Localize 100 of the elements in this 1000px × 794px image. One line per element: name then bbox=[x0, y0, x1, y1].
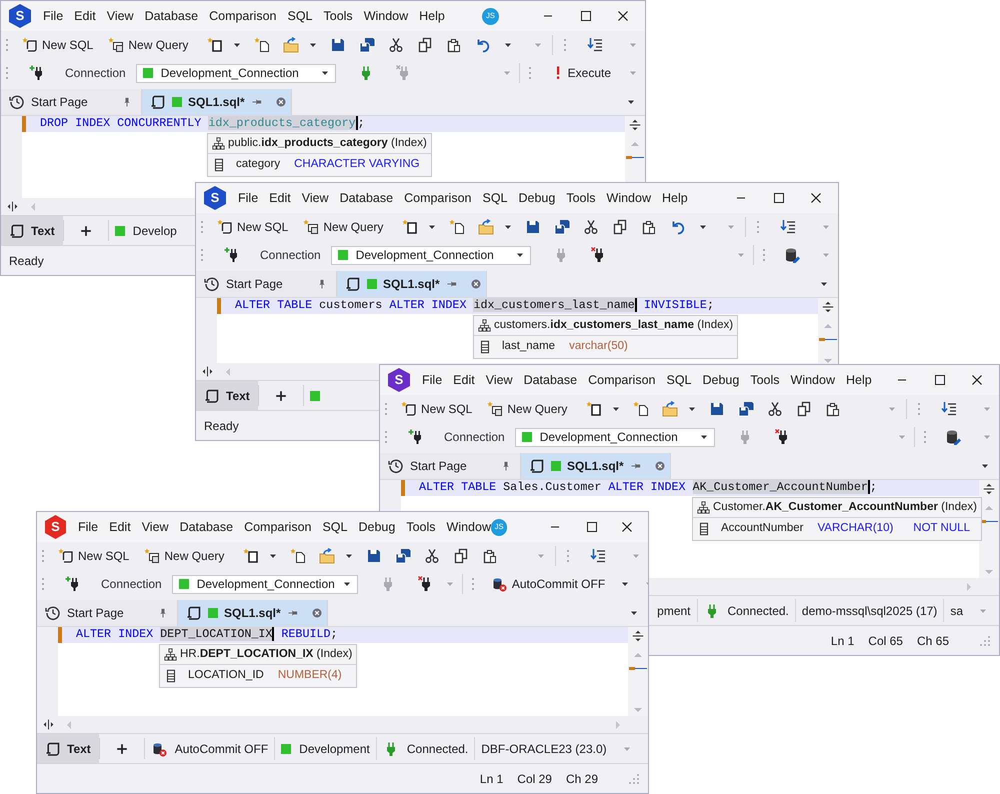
menu-item[interactable]: View bbox=[302, 188, 329, 208]
menu-item[interactable]: Comparison bbox=[404, 188, 472, 208]
toolbar-button[interactable]: New SQL bbox=[217, 218, 288, 236]
connection-dropdown[interactable]: Development_Connection bbox=[172, 574, 358, 594]
menu-item[interactable]: Tools bbox=[566, 188, 596, 208]
popup-row[interactable]: category CHARACTER VARYING bbox=[208, 154, 431, 176]
menu-item[interactable]: Database bbox=[340, 188, 394, 208]
menu-item[interactable]: Edit bbox=[109, 518, 131, 536]
menu-item[interactable]: Edit bbox=[453, 370, 475, 390]
menu-item[interactable]: Debug bbox=[358, 518, 396, 536]
tab[interactable]: SQL1.sql* bbox=[142, 89, 292, 115]
popup-title: customers.idx_customers_last_name (Index) bbox=[494, 318, 734, 333]
menu-item[interactable]: Window bbox=[790, 370, 835, 390]
app-logo: S bbox=[388, 368, 410, 392]
status-text: AutoCommit OFF bbox=[174, 740, 268, 758]
menu-item[interactable]: File bbox=[43, 6, 64, 26]
menu-item[interactable]: File bbox=[78, 518, 98, 536]
menu-item[interactable]: Window bbox=[446, 518, 491, 536]
menu-item[interactable]: SQL bbox=[666, 370, 692, 390]
column-type: CHARACTER VARYING bbox=[294, 157, 420, 172]
cursor-position: Ch 29 bbox=[566, 770, 598, 788]
toolbar-button[interactable]: New Query bbox=[303, 218, 384, 236]
menu-item[interactable]: Help bbox=[846, 370, 872, 390]
tab[interactable]: Start Page bbox=[196, 271, 337, 297]
menu-item[interactable]: Debug bbox=[518, 188, 556, 208]
cursor-position: Col 29 bbox=[517, 770, 552, 788]
menu-item[interactable]: Debug bbox=[702, 370, 740, 390]
menu-item[interactable]: Tools bbox=[406, 518, 436, 536]
autocommit-button[interactable]: AutoCommit OFF bbox=[490, 575, 606, 593]
tab[interactable]: SQL1.sql* bbox=[178, 600, 328, 626]
menu-item[interactable]: File bbox=[422, 370, 442, 390]
toolbar-button[interactable]: New SQL bbox=[22, 36, 94, 54]
menu-item[interactable]: Comparison bbox=[588, 370, 656, 390]
toolbar-button[interactable]: New Query bbox=[108, 36, 188, 54]
menu-item[interactable]: Window bbox=[364, 6, 408, 26]
status-text: demo-mssql\sql2025 (17) bbox=[802, 602, 938, 620]
menu-item[interactable]: Edit bbox=[74, 6, 96, 26]
menu-item[interactable]: SQL bbox=[287, 6, 312, 26]
tab[interactable]: SQL1.sql* bbox=[521, 453, 671, 479]
dropdown-value: Development_Connection bbox=[160, 65, 300, 82]
status-text: Ready bbox=[204, 418, 239, 434]
status-text: Develop bbox=[132, 222, 177, 240]
menu-item[interactable]: Help bbox=[662, 188, 688, 208]
tab[interactable]: SQL1.sql* bbox=[337, 271, 487, 297]
view-tab[interactable]: Text bbox=[1, 216, 63, 245]
status-text: Connected. bbox=[406, 740, 468, 758]
menu-item[interactable]: SQL bbox=[482, 188, 508, 208]
menu-item[interactable]: SQL bbox=[322, 518, 348, 536]
menu-item[interactable]: Comparison bbox=[244, 518, 312, 536]
toolbar-button[interactable]: New SQL bbox=[58, 547, 130, 565]
code-line: ALTER TABLE Sales.Customer ALTER INDEX AK_Customer_AccountNumber ; bbox=[419, 479, 877, 496]
app-logo: S bbox=[9, 4, 31, 28]
toolbar-button[interactable]: New Query bbox=[487, 400, 568, 418]
cursor-position: Ch 65 bbox=[916, 632, 949, 650]
status-text: Ready bbox=[9, 252, 44, 270]
menu-item[interactable]: Comparison bbox=[209, 6, 276, 26]
dropdown-value: Development_Connection bbox=[540, 429, 679, 446]
view-tab[interactable]: Text bbox=[196, 381, 258, 410]
code-line: ALTER TABLE customers ALTER INDEX idx_customers_last_name INVISIBLE; bbox=[235, 297, 714, 314]
toolbar-button[interactable]: New SQL bbox=[401, 400, 472, 418]
connection-dropdown[interactable]: Development_Connection bbox=[136, 64, 336, 82]
cursor-position: Ln 1 bbox=[830, 632, 854, 650]
column-type: varchar(50) bbox=[569, 339, 628, 354]
status-text: Connected. bbox=[728, 602, 789, 620]
popup-row[interactable]: last_name varchar(50) bbox=[474, 336, 738, 358]
menu-item[interactable]: Tools bbox=[750, 370, 780, 390]
menu-item[interactable]: Window bbox=[606, 188, 651, 208]
menu-item[interactable]: Tools bbox=[324, 6, 353, 26]
menu-item[interactable]: Database bbox=[180, 518, 234, 536]
menu-item[interactable]: Database bbox=[524, 370, 578, 390]
connection-label: Connection bbox=[444, 429, 505, 446]
tab[interactable]: Start Page bbox=[37, 600, 178, 626]
popup-row[interactable]: AccountNumber VARCHAR(10) NOT NULL bbox=[693, 518, 981, 540]
toolbar-button[interactable]: New Query bbox=[144, 547, 224, 565]
menu-item[interactable]: View bbox=[486, 370, 513, 390]
column-type: VARCHAR(10) bbox=[817, 521, 894, 536]
column-name: category bbox=[236, 157, 280, 172]
tab[interactable]: Start Page bbox=[380, 453, 521, 479]
popup-title: Customer.AK_Customer_AccountNumber (Index) bbox=[713, 500, 977, 515]
tab[interactable]: Start Page bbox=[1, 89, 142, 115]
menu-item[interactable]: Edit bbox=[269, 188, 291, 208]
dropdown-value: Development_Connection bbox=[356, 247, 495, 264]
connection-label: Connection bbox=[65, 65, 126, 82]
status-text: DBF-ORACLE23 (23.0) bbox=[481, 740, 607, 758]
menu-item[interactable]: File bbox=[238, 188, 258, 208]
connection-dropdown[interactable]: Development_Connection bbox=[514, 428, 715, 446]
column-type: NUMBER(4) bbox=[278, 668, 342, 684]
menu-item[interactable]: Database bbox=[144, 6, 198, 26]
popup-title: public.idx_products_category (Index) bbox=[228, 136, 427, 151]
connection-dropdown[interactable]: Development_Connection bbox=[330, 246, 531, 264]
execute-button[interactable]: Execute bbox=[554, 64, 611, 82]
popup-title: HR.DEPT_LOCATION_IX (Index) bbox=[180, 646, 352, 662]
menu-item[interactable]: View bbox=[142, 518, 169, 536]
status-text: sa bbox=[950, 602, 963, 620]
menu-item[interactable]: View bbox=[106, 6, 134, 26]
column-name: last_name bbox=[502, 339, 556, 354]
status-text: Development bbox=[299, 740, 370, 758]
view-tab[interactable]: Text bbox=[37, 734, 99, 763]
popup-row[interactable]: LOCATION_ID NUMBER(4) bbox=[160, 665, 356, 687]
menu-item[interactable]: Help bbox=[419, 6, 445, 26]
